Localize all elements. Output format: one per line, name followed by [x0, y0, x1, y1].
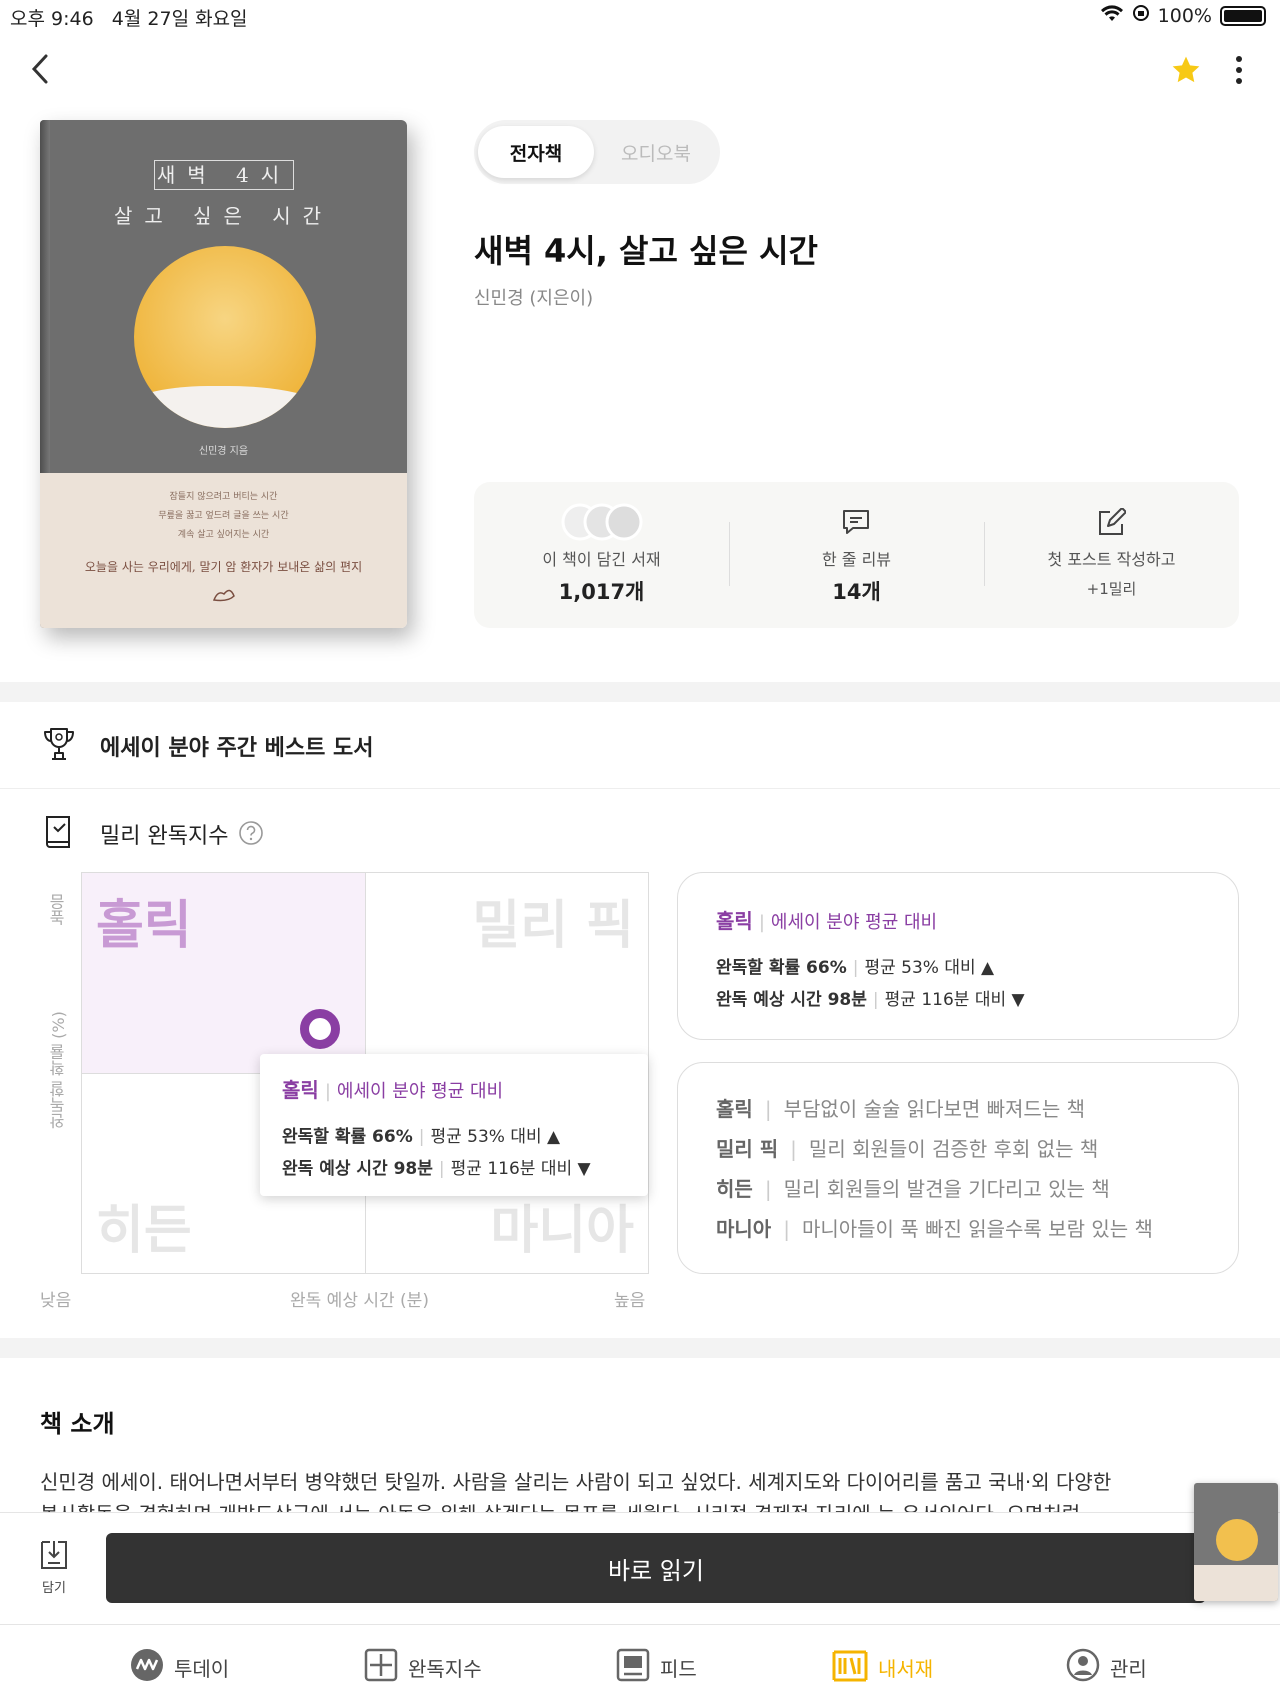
edit-icon — [1096, 507, 1127, 542]
summary-category: 홀릭 — [716, 909, 753, 933]
cover-author: 신민경 지음 — [198, 446, 249, 457]
feed-icon — [616, 1648, 650, 1687]
x-axis-label: 완독 예상 시간 (분) — [290, 1291, 429, 1311]
more-icon[interactable] — [1232, 54, 1246, 90]
legend-item: 밀리 픽 | 밀리 회원들이 검증한 후회 없는 책 — [716, 1137, 1099, 1161]
legend-item: 홀릭 | 부담없이 술술 읽다보면 빠져드는 책 — [716, 1097, 1085, 1121]
cover-tagline: 오늘을 사는 우리에게, 말기 암 환자가 보내온 삶의 편지 — [84, 560, 363, 574]
grid-plus-icon — [364, 1648, 398, 1687]
tooltip-prob-avg: 평균 53% 대비 — [430, 1127, 542, 1147]
status-date: 4월 27일 화요일 — [111, 8, 248, 30]
save-label: 담기 — [42, 1581, 66, 1596]
tooltip-category: 홀릭 — [282, 1078, 319, 1102]
trophy-icon — [42, 726, 76, 766]
back-icon[interactable] — [30, 52, 52, 90]
format-tabs: 전자책 오디오북 — [474, 120, 720, 184]
intro-text-line2: 봉사활동을 경험하며 개발도상국에 서는 아동을 위해 살겠다는 목표를 세웠다… — [40, 1500, 1240, 1512]
reviews-count: 14개 — [832, 580, 881, 604]
caret-down-icon: ▼ — [577, 1159, 591, 1179]
nav-library[interactable]: 내서재 — [832, 1645, 933, 1689]
write-post-stat[interactable]: 첫 포스트 작성하고 +1밀리 — [984, 482, 1239, 628]
download-book-icon — [39, 1541, 69, 1575]
publisher-logo-icon — [210, 586, 238, 610]
action-bar: 담기 바로 읽기 — [0, 1483, 1280, 1624]
comment-icon — [841, 508, 871, 540]
cover-title-line1: 새벽 4시 — [154, 160, 294, 190]
y-axis-label: 완독할 확률 (%) — [49, 1011, 68, 1129]
reviews-stat[interactable]: 한 줄 리뷰 14개 — [729, 482, 984, 628]
quadrant-legend-card: 홀릭 | 부담없이 술술 읽다보면 빠져드는 책 밀리 픽 | 밀리 회원들이 검증한 … — [677, 1062, 1239, 1274]
tooltip-prob: 완독할 확률 66% — [282, 1127, 413, 1147]
status-time: 오후 9:46 — [10, 8, 94, 30]
shelves-label: 이 책이 담긴 서재 — [542, 550, 661, 569]
battery-icon — [1220, 5, 1266, 26]
bestseller-label[interactable]: 에세이 분야 주간 베스트 도서 — [100, 730, 374, 762]
bookshelf-icon — [832, 1648, 868, 1687]
status-bar: 오후 9:46 4월 27일 화요일 100% — [0, 0, 1280, 34]
today-icon — [130, 1648, 164, 1687]
battery-percent: 100% — [1157, 4, 1212, 27]
tooltip-compare: 에세이 분야 평균 대비 — [336, 1081, 504, 1102]
book-title: 새벽 4시, 살고 싶은 시간 — [474, 232, 818, 270]
legend-item: 마니아 | 마니아들이 푹 빠진 읽을수록 보람 있는 책 — [716, 1217, 1153, 1241]
star-icon[interactable] — [1170, 54, 1202, 90]
quadrant-millie-pick: 밀리 픽 — [472, 896, 634, 956]
stats-panel: 이 책이 담긴 서재 1,017개 한 줄 리뷰 14개 첫 포스트 작성하고 … — [474, 482, 1239, 628]
nav-feed[interactable]: 피드 — [616, 1645, 697, 1689]
cover-title-line2: 살고 싶은 시간 — [113, 204, 334, 228]
cover-blurb-line2: 무릎을 꿇고 엎드려 글을 쓰는 시간 — [158, 511, 289, 521]
cover-sun-illustration — [134, 246, 316, 428]
caret-up-icon: ▲ — [547, 1127, 561, 1147]
cover-blurb-line3: 계속 살고 싶어지는 시간 — [177, 530, 270, 540]
completion-title: 밀리 완독지수 — [100, 824, 229, 849]
x-axis-high: 높음 — [614, 1291, 646, 1311]
book-position-marker[interactable] — [300, 1009, 340, 1049]
wifi-icon — [1100, 4, 1124, 27]
summary-time: 완독 예상 시간 98분 — [716, 990, 867, 1010]
summary-prob-avg: 평균 53% 대비 — [864, 958, 976, 978]
post-reward: +1밀리 — [1086, 580, 1137, 598]
quadrant-mania: 마니아 — [490, 1201, 634, 1261]
intro-heading: 책 소개 — [40, 1410, 115, 1438]
tooltip-time-avg: 평균 116분 대비 — [450, 1159, 573, 1179]
save-button[interactable]: 담기 — [30, 1539, 78, 1596]
legend-item: 히든 | 밀리 회원들의 발견을 기다리고 있는 책 — [716, 1177, 1110, 1201]
summary-time-avg: 평균 116분 대비 — [884, 990, 1007, 1010]
quadrant-hidden: 히든 — [96, 1201, 192, 1261]
write-post-label: 첫 포스트 작성하고 — [1047, 550, 1176, 569]
shelves-stat[interactable]: 이 책이 담긴 서재 1,017개 — [474, 482, 729, 628]
help-icon[interactable] — [238, 820, 264, 850]
bottom-navigation: 투데이 완독지수 피드 내서재 관리 — [0, 1624, 1280, 1706]
mini-book-cover[interactable] — [1194, 1483, 1278, 1601]
nav-completion[interactable]: 완독지수 — [364, 1645, 482, 1689]
tab-ebook[interactable]: 전자책 — [478, 126, 594, 178]
cover-blurb-line1: 잠들지 않으려고 버티는 시간 — [169, 492, 278, 502]
y-axis-high: 높음 — [49, 894, 68, 926]
shelves-count: 1,017개 — [558, 580, 645, 604]
nav-manage[interactable]: 관리 — [1066, 1645, 1147, 1689]
book-check-icon — [44, 814, 74, 854]
nav-today[interactable]: 투데이 — [130, 1645, 229, 1689]
rotation-lock-icon — [1132, 4, 1150, 27]
caret-up-icon: ▲ — [981, 958, 995, 978]
tab-audiobook[interactable]: 오디오북 — [598, 126, 714, 178]
book-author[interactable]: 신민경 (지은이) — [474, 284, 593, 310]
intro-text: 신민경 에세이. 태어나면서부터 병약했던 탓일까. 사람을 살리는 사람이 되… — [40, 1470, 1112, 1494]
tooltip-time: 완독 예상 시간 98분 — [282, 1159, 433, 1179]
summary-prob: 완독할 확률 66% — [716, 958, 847, 978]
profile-icon — [1066, 1648, 1100, 1687]
caret-down-icon: ▼ — [1011, 990, 1025, 1010]
book-cover[interactable]: 새벽 4시 살고 싶은 시간 신민경 지음 잠들지 않으려고 버티는 시간 무릎… — [40, 120, 407, 628]
user-avatars-icon — [560, 502, 644, 546]
summary-compare: 에세이 분야 평균 대비 — [770, 912, 938, 933]
read-now-button[interactable]: 바로 읽기 — [106, 1533, 1206, 1603]
completion-summary-card: 홀릭 | 에세이 분야 평균 대비 완독할 확률 66% | 평균 53% 대비 ▲ 완… — [677, 872, 1239, 1040]
quadrant-holic: 홀릭 — [96, 896, 192, 956]
x-axis-low: 낮음 — [40, 1291, 72, 1311]
chart-tooltip: 홀릭 | 에세이 분야 평균 대비 완독할 확률 66% | 평균 53% 대비 ▲ 완… — [260, 1054, 648, 1196]
reviews-label: 한 줄 리뷰 — [821, 550, 892, 569]
